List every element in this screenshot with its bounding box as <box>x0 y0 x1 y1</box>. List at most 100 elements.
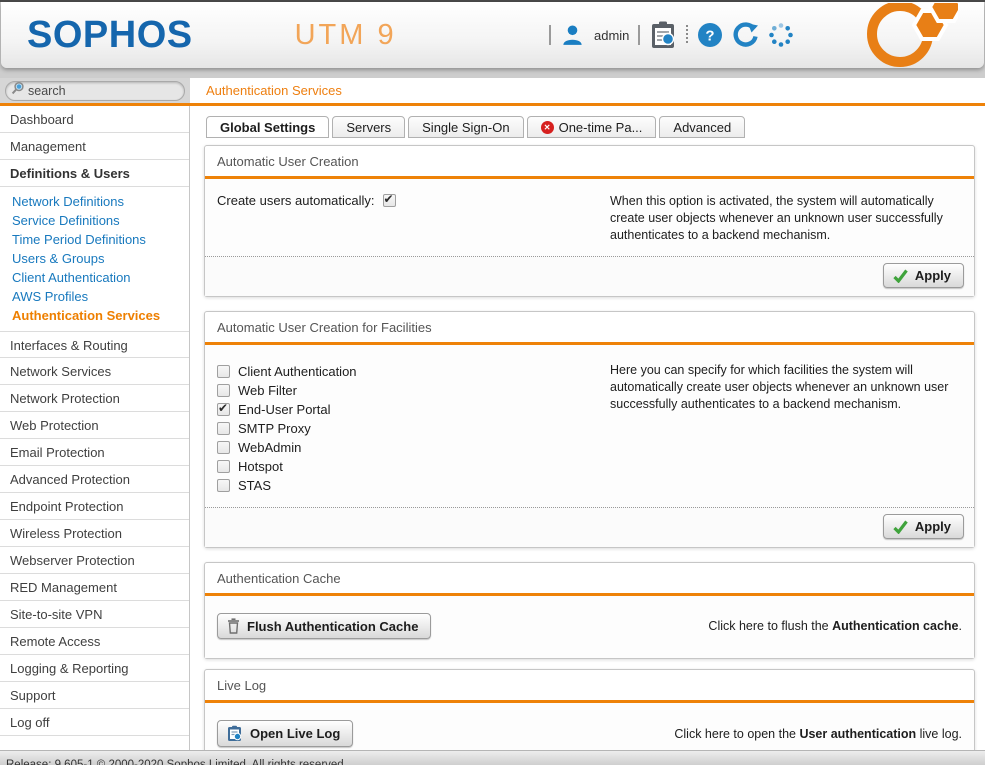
sidebar-item-label: Web Protection <box>10 418 99 433</box>
facility-checkbox[interactable] <box>217 460 230 473</box>
help-text: Here you can specify for which facilitie… <box>610 362 962 495</box>
sidebar-item[interactable]: Advanced Protection <box>0 466 189 493</box>
sidebar-item[interactable]: Users & Groups <box>0 249 189 268</box>
sidebar-item-label: Wireless Protection <box>10 526 122 541</box>
livelog-clipboard-icon[interactable] <box>649 20 677 50</box>
divider <box>686 25 688 45</box>
sidebar-item[interactable]: Network Definitions <box>0 192 189 211</box>
search-input[interactable] <box>28 84 168 98</box>
tab-bar: ✕ Global Settings ✕ Servers ✕ Single Sig… <box>206 116 975 138</box>
facility-label: SMTP Proxy <box>238 421 311 436</box>
trash-icon <box>227 618 240 634</box>
sidebar-item[interactable]: AWS Profiles <box>0 287 189 306</box>
product-name: UTM 9 <box>295 19 397 52</box>
page-title: Authentication Services <box>206 83 342 98</box>
create-users-label: Create users automatically: <box>217 193 375 208</box>
error-status-icon: ✕ <box>541 121 554 134</box>
tab-label: Advanced <box>673 120 731 135</box>
flush-authentication-cache-button[interactable]: Flush Authentication Cache <box>217 613 431 639</box>
section-title: Automatic User Creation for Facilities <box>205 312 974 345</box>
apply-button[interactable]: Apply <box>883 514 964 539</box>
app-header: SOPHOS UTM 9 admin ? <box>1 2 984 68</box>
sidebar-item-label: Interfaces & Routing <box>10 338 128 353</box>
sidebar-item[interactable]: Log off <box>0 709 189 736</box>
apply-button[interactable]: Apply <box>883 263 964 288</box>
refresh-icon[interactable] <box>732 22 759 48</box>
sidebar-item-label: Endpoint Protection <box>10 499 123 514</box>
sidebar-item[interactable]: Interfaces & Routing <box>0 331 189 358</box>
facility-checkbox[interactable] <box>217 441 230 454</box>
tab[interactable]: ✕ Advanced <box>659 116 745 138</box>
facility-checkbox[interactable] <box>217 422 230 435</box>
sidebar-item-label: Remote Access <box>10 634 100 649</box>
sophos-wordmark: SOPHOS <box>27 14 193 57</box>
facility-checkbox[interactable] <box>217 403 230 416</box>
user-icon <box>560 23 585 48</box>
sidebar-item-label: Webserver Protection <box>10 553 135 568</box>
spinner-icon <box>768 22 794 48</box>
sidebar-item[interactable]: Network Services <box>0 358 189 385</box>
help-icon[interactable]: ? <box>697 22 723 48</box>
sidebar-item[interactable]: Wireless Protection <box>0 520 189 547</box>
sidebar-item[interactable]: Authentication Services <box>0 306 189 325</box>
facility-list: Client Authentication Web Filter End-Use… <box>217 362 610 495</box>
search-area <box>0 78 190 103</box>
sidebar-item-label: Management <box>10 139 86 154</box>
svg-text:?: ? <box>706 28 715 45</box>
facility-label: WebAdmin <box>238 440 301 455</box>
facility-label: Client Authentication <box>238 364 357 379</box>
sidebar-item[interactable]: Email Protection <box>0 439 189 466</box>
sidebar-item[interactable]: Endpoint Protection <box>0 493 189 520</box>
sidebar-item[interactable]: Support <box>0 682 189 709</box>
sidebar-item-label: Network Services <box>10 364 111 379</box>
section-title: Automatic User Creation <box>205 146 974 179</box>
tab[interactable]: ✕ Global Settings <box>206 116 329 138</box>
tab[interactable]: ✕ One-time Pa... <box>527 116 657 138</box>
sidebar-item[interactable]: Client Authentication <box>0 268 189 287</box>
sidebar-item[interactable]: Network Protection <box>0 385 189 412</box>
tab-label: Servers <box>346 120 391 135</box>
sidebar-item-label: Dashboard <box>10 112 74 127</box>
sidebar-item-label: AWS Profiles <box>12 289 88 304</box>
sophos-shield-logo <box>842 3 958 72</box>
sidebar-nav: Dashboard Management Definitions & Users… <box>0 106 190 762</box>
release-footer: Release: 9.605-1 © 2000-2020 Sophos Limi… <box>6 759 347 765</box>
sidebar-item[interactable]: Site-to-site VPN <box>0 601 189 628</box>
sidebar-item[interactable]: Remote Access <box>0 628 189 655</box>
help-text: When this option is activated, the syste… <box>610 193 962 244</box>
sidebar-item[interactable]: Logging & Reporting <box>0 655 189 682</box>
help-text: Click here to flush the Authentication c… <box>708 619 962 633</box>
search-icon <box>11 81 25 100</box>
bottom-status-bar: Release: 9.605-1 © 2000-2020 Sophos Limi… <box>0 750 985 765</box>
facility-label: Hotspot <box>238 459 283 474</box>
sidebar-item[interactable]: Webserver Protection <box>0 547 189 574</box>
tab[interactable]: ✕ Single Sign-On <box>408 116 523 138</box>
facility-checkbox[interactable] <box>217 365 230 378</box>
sidebar-item[interactable]: Definitions & Users <box>0 160 189 187</box>
sidebar-item[interactable]: Service Definitions <box>0 211 189 230</box>
facility-checkbox[interactable] <box>217 384 230 397</box>
check-icon <box>893 520 908 534</box>
sidebar-item-label: Client Authentication <box>12 270 131 285</box>
breadcrumb-bar: Authentication Services <box>190 78 985 103</box>
sidebar-item[interactable]: RED Management <box>0 574 189 601</box>
divider <box>549 25 551 45</box>
facility-checkbox[interactable] <box>217 479 230 492</box>
tab-label: Global Settings <box>220 120 315 135</box>
livelog-clipboard-icon <box>227 725 243 742</box>
open-live-log-button[interactable]: Open Live Log <box>217 720 353 747</box>
sidebar-item[interactable]: Time Period Definitions <box>0 230 189 249</box>
search-box[interactable] <box>5 81 185 101</box>
facility-option: SMTP Proxy <box>217 419 610 438</box>
sidebar-item-label: Network Definitions <box>12 194 124 209</box>
check-icon <box>893 269 908 283</box>
sidebar-item[interactable]: Web Protection <box>0 412 189 439</box>
sidebar-item[interactable]: Dashboard <box>0 106 189 133</box>
sidebar-item[interactable]: Management <box>0 133 189 160</box>
section-title: Authentication Cache <box>205 563 974 596</box>
facility-label: STAS <box>238 478 271 493</box>
sidebar-item-label: RED Management <box>10 580 117 595</box>
tab[interactable]: ✕ Servers <box>332 116 405 138</box>
create-users-checkbox[interactable] <box>383 194 396 207</box>
facility-option: Hotspot <box>217 457 610 476</box>
